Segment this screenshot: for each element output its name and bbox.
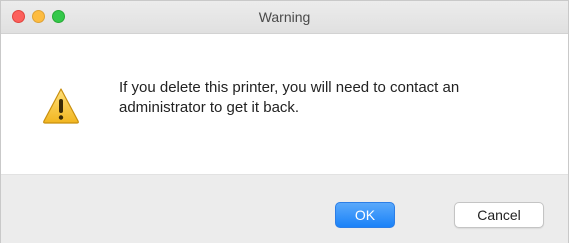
window-title: Warning (258, 9, 311, 25)
dialog-message: If you delete this printer, you will nee… (119, 79, 460, 116)
title-bar[interactable]: Warning (1, 1, 568, 34)
ok-button[interactable]: OK (335, 202, 395, 228)
dialog-content: If you delete this printer, you will nee… (1, 34, 568, 174)
warning-dialog-window: Warning If you delete this printer, you … (0, 0, 569, 243)
dialog-button-bar: OK Cancel (1, 174, 568, 243)
warning-triangle-icon (41, 86, 81, 126)
cancel-button[interactable]: Cancel (454, 202, 544, 228)
